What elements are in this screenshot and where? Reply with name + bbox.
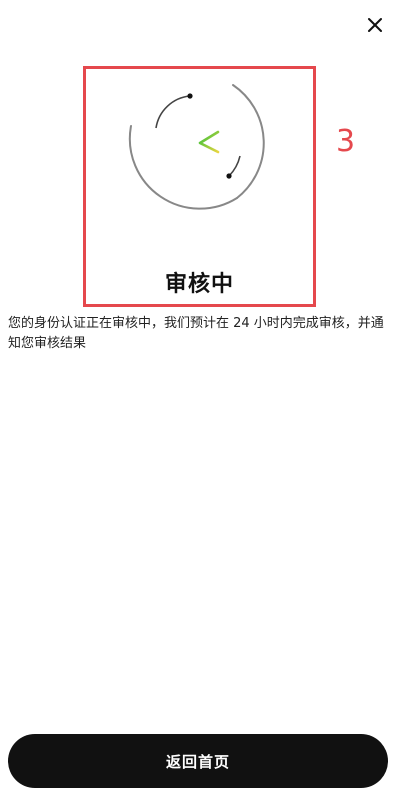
status-title: 审核中 <box>164 272 234 297</box>
step-number: 3 <box>336 124 356 159</box>
review-status-screen: 审核中 3 您的身份认证正在审核中，我们预计在 24 小时内完成审核，并通知您审… <box>0 0 400 800</box>
status-description: 您的身份认证正在审核中，我们预计在 24 小时内完成审核，并通知您审核结果 <box>8 316 384 351</box>
loading-spinner-icon <box>118 80 278 230</box>
return-home-button[interactable]: 返回首页 <box>8 734 388 788</box>
close-icon[interactable] <box>364 14 386 36</box>
